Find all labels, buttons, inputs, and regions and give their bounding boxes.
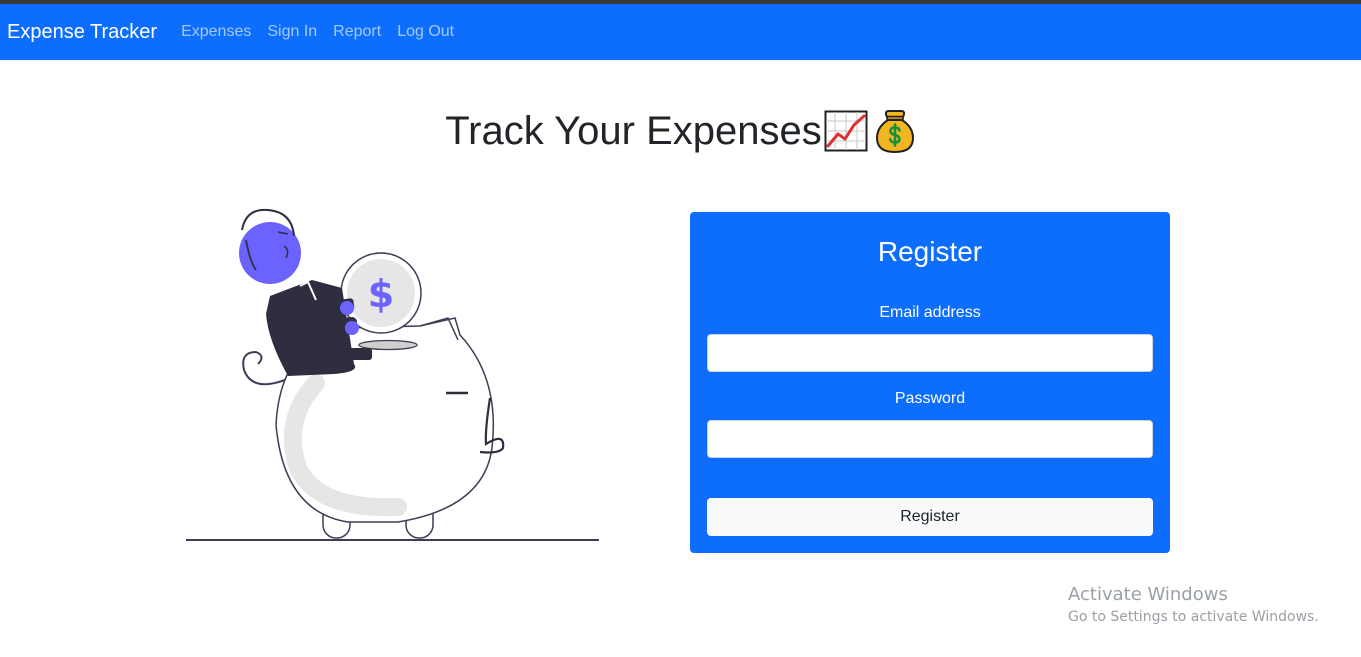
page-title-wrapper: Track Your Expenses (0, 108, 1361, 154)
title-icons (824, 108, 916, 154)
password-input[interactable] (707, 420, 1153, 458)
money-bag-icon (875, 110, 914, 153)
nav-link-log-out[interactable]: Log Out (397, 23, 454, 41)
email-input[interactable] (707, 334, 1153, 372)
page-title: Track Your Expenses (445, 108, 822, 153)
email-label: Email address (879, 304, 981, 321)
register-button[interactable]: Register (707, 498, 1153, 536)
watermark-subtitle: Go to Settings to activate Windows. (1068, 609, 1319, 625)
navbar-brand[interactable]: Expense Tracker (7, 21, 157, 44)
chart-increasing-icon (824, 110, 868, 152)
navbar: Expense Tracker Expenses Sign In Report … (0, 4, 1361, 60)
nav-link-report[interactable]: Report (333, 23, 381, 41)
register-title: Register (877, 236, 983, 267)
windows-activation-watermark: Activate Windows Go to Settings to activ… (1068, 584, 1319, 625)
password-label: Password (894, 390, 966, 407)
watermark-title: Activate Windows (1068, 584, 1228, 605)
register-card: Register Email address Password Register (690, 212, 1170, 553)
nav-link-sign-in[interactable]: Sign In (267, 23, 317, 41)
svg-text:$: $ (368, 272, 394, 316)
nav-link-expenses[interactable]: Expenses (181, 23, 251, 41)
piggy-bank-illustration: $ (186, 208, 599, 541)
